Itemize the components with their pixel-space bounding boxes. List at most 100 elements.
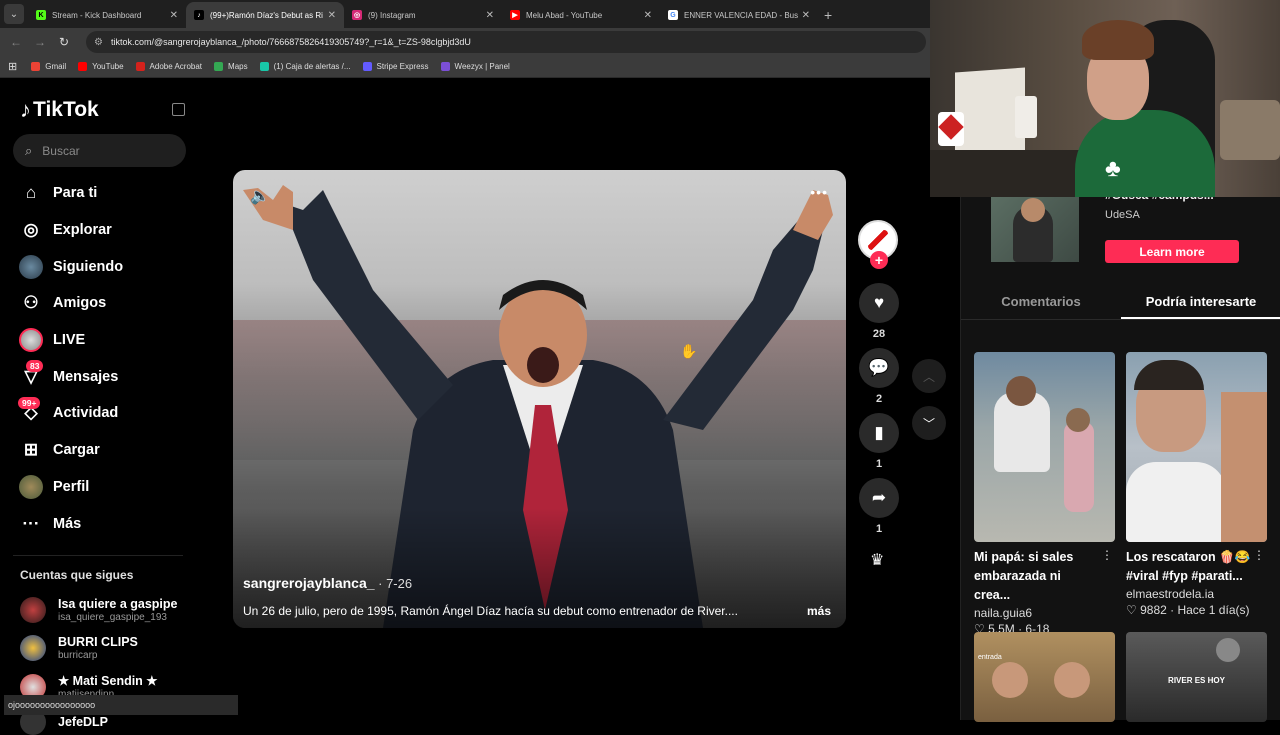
recommended-video-card[interactable]: RIVER ES HOY bbox=[1126, 632, 1267, 722]
google-icon: G bbox=[668, 10, 678, 20]
nav-item-perfil[interactable]: Perfil bbox=[0, 469, 200, 506]
nav-label: LIVE bbox=[53, 332, 86, 349]
account-name: JefeDLP bbox=[58, 715, 109, 729]
bookmark-youtube[interactable]: YouTube bbox=[78, 62, 124, 71]
bookmark-maps[interactable]: Maps bbox=[214, 62, 248, 71]
avatar bbox=[20, 597, 46, 623]
learn-more-button[interactable]: Learn more bbox=[1105, 240, 1239, 263]
bookmark-label: YouTube bbox=[92, 62, 124, 71]
following-account[interactable]: BURRI CLIPS burricarp bbox=[20, 635, 138, 661]
like-button[interactable]: ♥ bbox=[859, 283, 899, 323]
adidas-logo-icon: ♣ bbox=[1105, 155, 1121, 182]
youtube-icon bbox=[78, 62, 88, 71]
back-icon[interactable]: ← bbox=[4, 35, 28, 49]
bookmark-weezyx[interactable]: Weezyx | Panel bbox=[440, 62, 510, 71]
tab-comentarios[interactable]: Comentarios bbox=[961, 286, 1121, 319]
tab-title: ENNER VALENCIA EDAD - Busc bbox=[684, 10, 798, 20]
browser-tab-youtube[interactable]: ▶ Melu Abad - YouTube ✕ bbox=[502, 2, 660, 28]
nav-item-amigos[interactable]: ⚇ Amigos bbox=[0, 285, 200, 322]
music-disc-icon[interactable]: ♛ bbox=[870, 550, 884, 570]
avatar bbox=[20, 635, 46, 661]
instagram-icon: ◎ bbox=[352, 10, 362, 20]
tab-podria-interesarte[interactable]: Podría interesarte bbox=[1121, 286, 1280, 319]
url-field[interactable]: ⚙ tiktok.com/@sangrerojayblanca_/photo/7… bbox=[86, 31, 926, 53]
close-icon[interactable]: ✕ bbox=[170, 10, 178, 21]
card-more-icon[interactable]: ⋮ bbox=[1101, 548, 1113, 562]
browser-tab-tiktok[interactable]: ♪ (99+)Ramón Díaz's Debut as Ri ✕ bbox=[186, 2, 344, 28]
card-stats: ♡ 9882 · Hace 1 día(s) bbox=[1126, 603, 1250, 617]
bookmark-alertas[interactable]: (1) Caja de alertas /... bbox=[259, 62, 351, 71]
video-thumbnail: RIVER ES HOY bbox=[1126, 632, 1267, 722]
right-tabs: Comentarios Podría interesarte bbox=[961, 286, 1280, 320]
ad-thumbnail[interactable] bbox=[991, 196, 1079, 262]
card-author: elmaestrodela.ia bbox=[1126, 587, 1215, 601]
video-player[interactable]: 🔈 ••• sangrerojayblanca_ · 7-26 Un 26 de… bbox=[233, 170, 846, 628]
maps-icon bbox=[214, 62, 224, 71]
browser-tab-instagram[interactable]: ◎ (9) Instagram ✕ bbox=[344, 2, 502, 28]
profile-avatar bbox=[19, 474, 43, 499]
recommended-video-card[interactable]: Mi papá: si sales embarazada ni crea... … bbox=[974, 352, 1115, 636]
right-panel: #Gusca #campus... UdeSA Learn more Comen… bbox=[960, 188, 1280, 722]
recommended-video-card[interactable]: Los rescataron 🍿😂 #viral #fyp #parati...… bbox=[1126, 352, 1267, 617]
video-author[interactable]: sangrerojayblanca_ · 7-26 bbox=[243, 575, 412, 591]
save-button[interactable]: ▮ bbox=[859, 413, 899, 453]
share-button[interactable]: ➦ bbox=[859, 478, 899, 518]
nav-item-para-ti[interactable]: ⌂ Para ti bbox=[0, 175, 200, 212]
site-info-icon[interactable]: ⚙ bbox=[94, 37, 103, 48]
more-icon: ··· bbox=[22, 513, 40, 533]
chevron-up-icon: ︿ bbox=[922, 369, 935, 384]
compass-icon: ◎ bbox=[23, 220, 39, 240]
search-input[interactable]: ⌕ Buscar bbox=[13, 134, 186, 167]
volume-icon[interactable]: 🔈 bbox=[250, 186, 270, 206]
bookmark-acrobat[interactable]: Adobe Acrobat bbox=[135, 62, 203, 71]
like-count: 28 bbox=[872, 328, 886, 340]
bookmark-gmail[interactable]: Gmail bbox=[31, 62, 66, 71]
search-icon: ⌕ bbox=[25, 142, 33, 158]
browser-tab-kick[interactable]: K Stream - Kick Dashboard ✕ bbox=[28, 2, 186, 28]
tab-title: (9) Instagram bbox=[368, 10, 416, 20]
recommended-video-card[interactable]: entrada bbox=[974, 632, 1115, 722]
ad-sponsor: UdeSA bbox=[1105, 209, 1140, 221]
next-video-button[interactable]: ﹀ bbox=[912, 406, 946, 440]
close-icon[interactable]: ✕ bbox=[644, 10, 652, 21]
card-more-icon[interactable]: ⋮ bbox=[1253, 548, 1265, 562]
comment-button[interactable]: 💬 bbox=[859, 348, 899, 388]
bookmark-label: Adobe Acrobat bbox=[149, 62, 203, 71]
close-icon[interactable]: ✕ bbox=[328, 10, 336, 21]
close-icon[interactable]: ✕ bbox=[486, 10, 494, 21]
thumbnail-overlay-text: RIVER ES HOY bbox=[1168, 676, 1225, 685]
nav-item-cargar[interactable]: ⊞ Cargar bbox=[0, 432, 200, 469]
card-title: Los rescataron 🍿😂 #viral #fyp #parati... bbox=[1126, 550, 1251, 583]
previous-video-button[interactable]: ︿ bbox=[912, 359, 946, 393]
live-avatar bbox=[19, 328, 43, 353]
nav-item-live[interactable]: LIVE bbox=[0, 322, 200, 359]
account-username: burricarp bbox=[58, 650, 98, 661]
tiktok-logo[interactable]: ♪ TikTok bbox=[20, 97, 99, 123]
nav-item-actividad[interactable]: ◇ 99+ Actividad bbox=[0, 395, 200, 432]
more-button[interactable]: más bbox=[807, 604, 831, 618]
collapse-sidebar-icon[interactable] bbox=[172, 103, 185, 116]
nav-item-siguiendo[interactable]: Siguiendo bbox=[0, 248, 200, 285]
tab-search-icon[interactable]: ⌄ bbox=[4, 4, 24, 24]
new-tab-icon[interactable]: + bbox=[824, 7, 832, 23]
browser-tab-google[interactable]: G ENNER VALENCIA EDAD - Busc ✕ bbox=[660, 2, 818, 28]
account-name: ★ Mati Sendin ★ bbox=[58, 674, 158, 688]
more-options-icon[interactable]: ••• bbox=[810, 184, 828, 200]
following-account[interactable]: Isa quiere a gaspipe isa_quiere_gaspipe_1… bbox=[20, 597, 178, 623]
nav-item-mas[interactable]: ··· Más bbox=[0, 505, 200, 542]
nav-label: Amigos bbox=[53, 295, 107, 312]
bookmark-stripe[interactable]: Stripe Express bbox=[362, 62, 429, 71]
share-icon: ➦ bbox=[871, 488, 887, 507]
apps-icon[interactable]: ⊞ bbox=[8, 60, 17, 73]
main-nav: ⌂ Para ti ◎ Explorar Siguiendo ⚇ Amigos LIV… bbox=[0, 175, 200, 542]
nav-item-explorar[interactable]: ◎ Explorar bbox=[0, 212, 200, 249]
reload-icon[interactable]: ↻ bbox=[52, 35, 76, 49]
close-icon[interactable]: ✕ bbox=[802, 10, 810, 21]
nav-item-mensajes[interactable]: ▽ 83 Mensajes bbox=[0, 358, 200, 395]
follow-plus-icon[interactable]: + bbox=[870, 251, 888, 269]
following-header: Cuentas que sigues bbox=[20, 568, 134, 582]
author-name: sangrerojayblanca_ bbox=[243, 575, 375, 591]
forward-icon[interactable]: → bbox=[28, 35, 52, 49]
share-count: 1 bbox=[875, 523, 883, 535]
account-username: isa_quiere_gaspipe_193 bbox=[58, 612, 167, 623]
